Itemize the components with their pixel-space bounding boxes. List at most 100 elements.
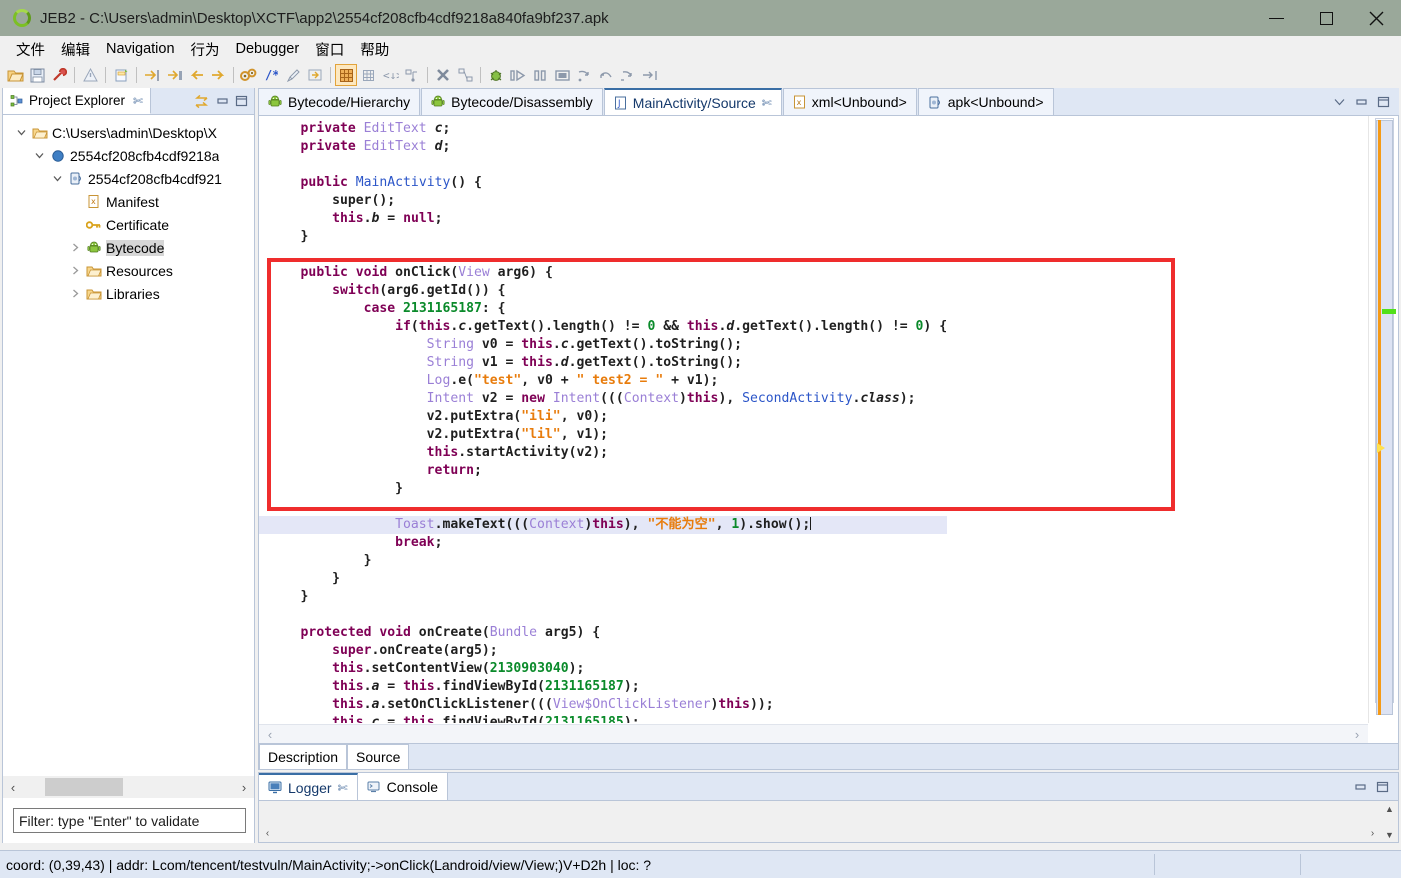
code-line[interactable]: } [259, 552, 947, 570]
code-line[interactable] [259, 606, 947, 624]
code-line[interactable]: } [259, 588, 947, 606]
source-code[interactable]: private EditText c; private EditText d; … [259, 116, 948, 723]
pencil-icon[interactable] [282, 64, 304, 86]
code-line[interactable]: private EditText d; [259, 138, 947, 156]
tab-mainactivity-source[interactable]: J MainActivity/Source ✄ [603, 88, 782, 115]
chevron-right-icon[interactable] [71, 266, 85, 275]
code-line[interactable]: case 2131165187: { [259, 300, 947, 318]
chevron-down-icon[interactable] [1333, 97, 1346, 107]
chevron-down-icon[interactable] [17, 128, 31, 137]
code-line[interactable]: protected void onCreate(Bundle arg5) { [259, 624, 947, 642]
step-into-2-icon[interactable] [617, 64, 639, 86]
editor-horizontal-scrollbar[interactable]: ‹ › [259, 724, 1368, 743]
tab-source[interactable]: Source [347, 744, 410, 769]
code-line[interactable]: Intent v2 = new Intent(((Context)this), … [259, 390, 947, 408]
node-angle-icon[interactable]: <↓> [379, 64, 401, 86]
scroll-right-icon[interactable]: › [1346, 727, 1368, 742]
code-line[interactable]: this.startActivity(v2); [259, 444, 947, 462]
delete-x-icon[interactable] [432, 64, 454, 86]
code-line[interactable] [259, 246, 947, 264]
minimize-icon[interactable] [1355, 96, 1368, 108]
scroll-left-icon[interactable]: ‹ [3, 780, 23, 795]
comment-icon[interactable]: /* [260, 64, 282, 86]
code-line[interactable]: return; [259, 462, 947, 480]
source-code-viewport[interactable]: private EditText c; private EditText d; … [259, 116, 1368, 723]
editor-vertical-scrollbar[interactable] [1368, 116, 1398, 723]
scroll-left-icon[interactable]: ‹ [259, 828, 276, 839]
filter-input[interactable]: Filter: type "Enter" to validate [13, 808, 246, 833]
save-disk-icon[interactable] [26, 64, 48, 86]
tab-xml-unbound[interactable]: x xml<Unbound> [782, 88, 917, 115]
code-line[interactable]: super(); [259, 192, 947, 210]
code-line[interactable]: break; [259, 534, 947, 552]
arrow-out-icon[interactable] [163, 64, 185, 86]
open-folder-icon[interactable] [4, 64, 26, 86]
maximize-icon[interactable] [1376, 781, 1389, 793]
tree-row[interactable]: C:\Users\admin\Desktop\X [3, 121, 254, 144]
sidebar-item-resources[interactable]: Resources [3, 259, 254, 282]
split-nodes-icon[interactable] [454, 64, 476, 86]
arrow-into-icon[interactable] [141, 64, 163, 86]
sidebar-item-bytecode[interactable]: Bytecode [3, 236, 254, 259]
grid-table-icon[interactable] [335, 64, 357, 86]
tab-bytecode-hierarchy[interactable]: Bytecode/Hierarchy [258, 88, 421, 115]
tab-console[interactable]: Console [357, 773, 449, 800]
run-to-line-icon[interactable] [639, 64, 661, 86]
tree-row[interactable]: 2554cf208cfb4cdf9218a [3, 144, 254, 167]
tree-row[interactable]: 2554cf208cfb4cdf921 [3, 167, 254, 190]
gears-icon[interactable] [238, 64, 260, 86]
close-icon[interactable]: ✄ [133, 94, 143, 108]
scrollbar-thumb[interactable] [45, 778, 123, 796]
debug-bug-icon[interactable] [485, 64, 507, 86]
maximize-icon[interactable] [1377, 96, 1390, 108]
warning-triangle-icon[interactable] [79, 64, 101, 86]
code-line[interactable]: private EditText c; [259, 120, 947, 138]
code-line[interactable]: this.setContentView(2130903040); [259, 660, 947, 678]
logger-vertical-scrollbar[interactable]: ▲ ▼ [1381, 801, 1398, 842]
close-icon[interactable]: ✄ [338, 781, 348, 795]
arrow-back-icon[interactable] [185, 64, 207, 86]
new-document-icon[interactable] [110, 64, 132, 86]
tab-apk-unbound[interactable]: apk<Unbound> [917, 88, 1054, 115]
close-window-button[interactable] [1351, 0, 1401, 36]
chevron-right-icon[interactable] [71, 289, 85, 298]
menu-window[interactable]: 窗口 [307, 36, 352, 63]
code-line[interactable]: v2.putExtra("ili", v0); [259, 408, 947, 426]
menu-debugger[interactable]: Debugger [228, 38, 308, 60]
code-line[interactable]: this.a.setOnClickListener(((View$OnClick… [259, 696, 947, 714]
arrow-forward-icon[interactable] [207, 64, 229, 86]
code-line[interactable]: public void onClick(View arg6) { [259, 264, 947, 282]
code-line[interactable]: this.a = this.findViewById(2131165187); [259, 678, 947, 696]
flow-branch-icon[interactable] [401, 64, 423, 86]
code-line[interactable]: public MainActivity() { [259, 174, 947, 192]
code-line[interactable]: } [259, 570, 947, 588]
code-line[interactable]: } [259, 480, 947, 498]
chevron-right-icon[interactable] [71, 243, 85, 252]
tab-bytecode-disassembly[interactable]: Bytecode/Disassembly [421, 88, 603, 115]
scroll-right-icon[interactable]: › [234, 780, 254, 795]
menu-action[interactable]: 行为 [183, 36, 228, 63]
tab-project-explorer[interactable]: Project Explorer ✄ [3, 88, 152, 114]
wrench-icon[interactable] [48, 64, 70, 86]
resume-play-icon[interactable] [507, 64, 529, 86]
menu-file[interactable]: 文件 [8, 36, 53, 63]
code-line[interactable]: switch(arg6.getId()) { [259, 282, 947, 300]
sidebar-item-libraries[interactable]: Libraries [3, 282, 254, 305]
code-line[interactable]: String v0 = this.c.getText().toString(); [259, 336, 947, 354]
stop-icon[interactable] [551, 64, 573, 86]
scroll-down-icon[interactable]: ▼ [1381, 827, 1398, 842]
step-return-icon[interactable] [595, 64, 617, 86]
scroll-right-icon[interactable]: › [1364, 828, 1381, 839]
maximize-window-button[interactable] [1301, 0, 1351, 36]
code-line[interactable] [259, 498, 947, 516]
arrow-in-box-icon[interactable] [304, 64, 326, 86]
pause-icon[interactable] [529, 64, 551, 86]
maximize-icon[interactable] [235, 95, 248, 107]
minimize-icon[interactable] [1354, 781, 1367, 793]
scrollbar-track[interactable] [23, 776, 234, 798]
chevron-down-icon[interactable] [35, 151, 49, 160]
menu-navigation[interactable]: Navigation [98, 38, 183, 60]
link-arrows-icon[interactable] [193, 94, 210, 109]
code-line[interactable]: if(this.c.getText().length() != 0 && thi… [259, 318, 947, 336]
minimize-window-button[interactable] [1251, 0, 1301, 36]
